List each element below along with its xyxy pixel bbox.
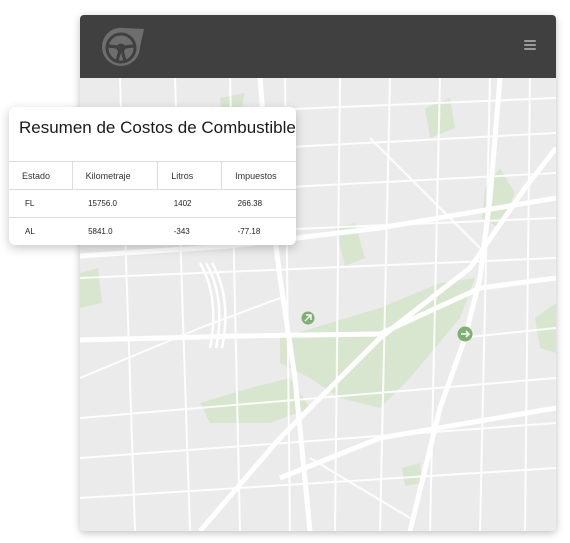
column-header-estado[interactable]: Estado	[9, 161, 73, 190]
cell-impuestos: -77.18	[237, 227, 261, 236]
cell-impuestos: 266.38	[221, 189, 296, 218]
cell-estado: AL	[25, 227, 35, 236]
cell-litros: 1402	[157, 189, 222, 218]
map-marker-1[interactable]	[301, 311, 315, 325]
app-window	[80, 15, 556, 531]
table-row[interactable]: AL 5841.0 -343 -77.18	[9, 218, 296, 246]
column-header-litros[interactable]: Litros	[157, 161, 222, 190]
cell-litros: -343	[173, 227, 190, 236]
fuel-cost-summary-card: Resumen de Costos de Combustible Estado …	[9, 107, 296, 245]
cell-kilometraje: 5841.0	[88, 227, 113, 236]
hamburger-menu-icon[interactable]	[524, 40, 536, 50]
column-header-kilometraje[interactable]: Kilometraje	[71, 161, 158, 190]
steering-wheel-logo-icon[interactable]	[100, 26, 146, 68]
fuel-cost-table: Estado Kilometraje Litros Impuestos FL 1…	[9, 161, 296, 245]
card-title: Resumen de Costos de Combustible	[19, 118, 296, 137]
map-marker-2[interactable]	[457, 326, 473, 342]
cell-estado: FL	[9, 189, 73, 218]
cell-kilometraje: 15756.0	[72, 189, 158, 218]
table-header-row: Estado Kilometraje Litros Impuestos	[9, 161, 296, 190]
top-bar	[80, 15, 556, 78]
column-header-impuestos[interactable]: Impuestos	[221, 161, 296, 190]
table-row[interactable]: FL 15756.0 1402 266.38	[9, 189, 296, 218]
